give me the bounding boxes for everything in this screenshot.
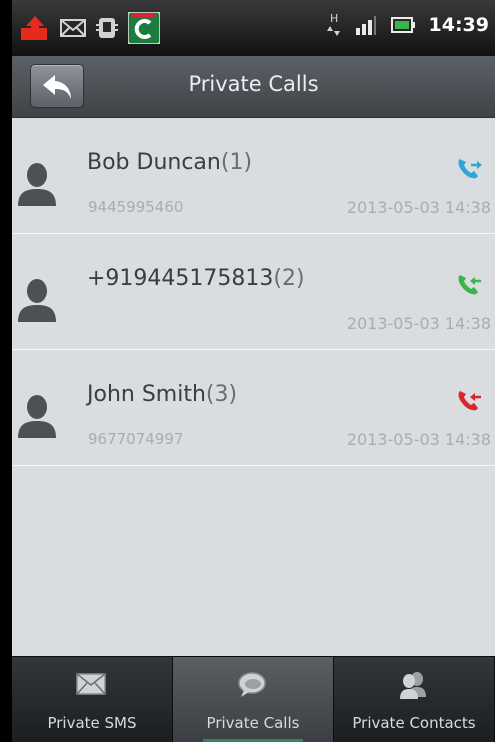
battery-icon: [390, 17, 415, 33]
call-count: (1): [220, 150, 253, 175]
signal-icon: [355, 16, 376, 35]
app-screen: H 14:39 Private Calls Bob Duncan(1) 9445…: [12, 0, 495, 742]
contact-number: 9445995460: [88, 198, 184, 216]
tab-label: Private Calls: [206, 714, 300, 732]
svg-text:H: H: [330, 12, 338, 25]
contacts-icon: [400, 672, 426, 699]
envelope-icon: [76, 673, 106, 695]
action-bar: Private Calls: [12, 56, 495, 118]
contact-name-text: +919445175813: [87, 266, 274, 291]
tab-label: Private Contacts: [352, 714, 476, 732]
comodo-app-icon: [128, 12, 160, 44]
bottom-tab-bar: Private SMS Private Calls Private Contac…: [12, 656, 495, 742]
call-datetime: 2013-05-03 14:38: [346, 314, 491, 333]
tab-private-calls[interactable]: Private Calls: [173, 657, 334, 742]
call-row[interactable]: +919445175813(2) 2013-05-03 14:38: [12, 234, 495, 350]
call-row[interactable]: Bob Duncan(1) 9445995460 2013-05-03 14:3…: [12, 118, 495, 234]
call-count: (3): [205, 382, 238, 407]
contact-name: Bob Duncan(1): [87, 150, 252, 175]
call-count: (2): [273, 266, 305, 291]
upload-icon: [21, 16, 47, 40]
call-list: Bob Duncan(1) 9445995460 2013-05-03 14:3…: [12, 118, 495, 466]
contact-avatar-icon: [18, 279, 56, 322]
incoming-call-icon: [458, 275, 481, 295]
sd-card-icon: [96, 18, 118, 38]
call-datetime: 2013-05-03 14:38: [346, 198, 491, 217]
tab-label: Private SMS: [47, 714, 137, 732]
contact-avatar-icon: [18, 163, 56, 206]
contact-name: +919445175813(2): [87, 266, 305, 291]
status-bar: H 14:39: [12, 0, 495, 56]
page-title: Private Calls: [188, 72, 319, 96]
missed-call-icon: [458, 391, 481, 411]
outgoing-call-icon: [458, 159, 482, 179]
mail-icon: [60, 19, 86, 37]
data-arrows-icon: H: [326, 12, 340, 36]
contact-name-text: Bob Duncan: [87, 150, 221, 175]
tab-private-contacts[interactable]: Private Contacts: [334, 657, 495, 742]
contact-name-text: John Smith: [87, 382, 206, 407]
contact-name: John Smith(3): [87, 382, 237, 407]
status-clock: 14:39: [428, 14, 489, 36]
system-icons: H 14:39: [326, 12, 489, 38]
contact-number: 9677074997: [88, 430, 184, 448]
notification-icons: [20, 12, 160, 44]
tab-private-sms[interactable]: Private SMS: [12, 657, 173, 742]
contact-avatar-icon: [18, 395, 56, 438]
call-row[interactable]: John Smith(3) 9677074997 2013-05-03 14:3…: [12, 350, 495, 466]
chat-bubble-icon: [238, 672, 266, 697]
call-datetime: 2013-05-03 14:38: [346, 430, 491, 449]
